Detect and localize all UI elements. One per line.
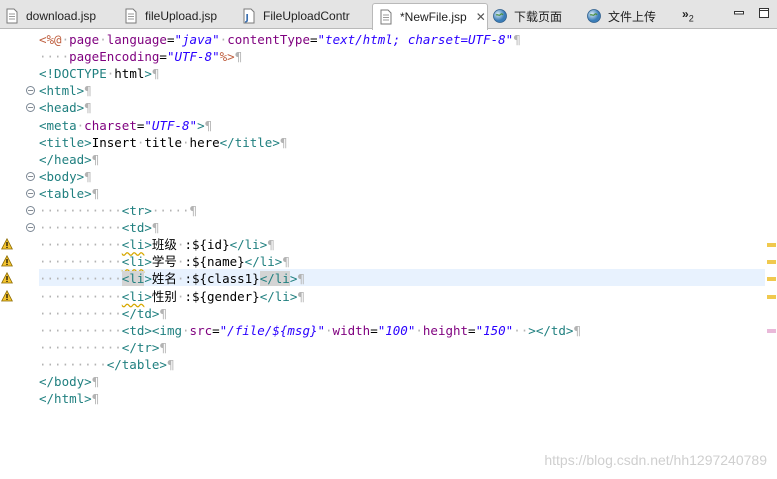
code-line[interactable]: ···········</td>¶ xyxy=(39,305,167,322)
code-line[interactable]: ···········</tr>¶ xyxy=(39,339,167,356)
globe-icon xyxy=(586,8,602,24)
code-line[interactable]: ···········<td>¶ xyxy=(39,219,159,236)
overview-ruler-warning-marker[interactable] xyxy=(767,277,776,282)
tab-label: *NewFile.jsp xyxy=(400,10,467,24)
overview-ruler-warning-marker[interactable] xyxy=(767,260,776,265)
overview-ruler-warning-marker[interactable] xyxy=(767,243,776,248)
tab-download-jsp[interactable]: download.jsp xyxy=(4,3,96,29)
globe-icon xyxy=(492,8,508,24)
code-line[interactable]: ···········<tr>·····¶ xyxy=(39,202,197,219)
code-line[interactable]: <head>¶ xyxy=(39,99,92,116)
code-line[interactable]: <meta·charset="UTF-8">¶ xyxy=(39,117,212,134)
fold-toggle-icon[interactable]: − xyxy=(26,171,35,181)
fold-toggle-icon[interactable]: − xyxy=(26,223,35,233)
overview-ruler-warning-marker[interactable] xyxy=(767,294,776,299)
code-line[interactable]: ···········<td><img·src="/file/${msg}"·w… xyxy=(39,322,581,339)
jsp-file-icon xyxy=(378,9,394,25)
code-line[interactable]: </body>¶ xyxy=(39,373,99,390)
fold-toggle-icon[interactable]: − xyxy=(26,206,35,215)
tab-label: fileUpload.jsp xyxy=(145,9,218,23)
code-line[interactable]: ···········<li>学号·:${name}</li>¶ xyxy=(39,253,290,270)
code-line[interactable]: ···········<li>姓名·:${class1}</li>¶ xyxy=(39,270,305,287)
fold-toggle-icon[interactable]: − xyxy=(26,188,35,198)
tab-file-upload-page[interactable]: 文件上传 xyxy=(586,3,656,29)
editor-tab-bar: download.jsp fileUpload.jsp J FileUpload… xyxy=(0,0,777,30)
code-line[interactable]: <html>¶ xyxy=(39,82,92,99)
code-line[interactable]: </html>¶ xyxy=(39,390,99,407)
tab-overflow-button[interactable]: »2 xyxy=(682,7,694,23)
code-line[interactable]: </head>¶ xyxy=(39,151,99,168)
overflow-chevron-icon: » xyxy=(682,7,689,21)
fold-toggle-icon[interactable]: − xyxy=(26,103,35,113)
tab-fileuploadcontroller-java[interactable]: J FileUploadContr xyxy=(241,3,350,29)
tab-label: 下载页面 xyxy=(514,9,563,24)
warning-icon[interactable] xyxy=(1,255,13,267)
code-line[interactable]: <%@·page·language="java"·contentType="te… xyxy=(39,31,521,48)
minimize-icon[interactable] xyxy=(734,8,744,18)
warning-icon[interactable] xyxy=(1,272,13,284)
code-line[interactable]: ···········<li>性别·:${gender}</li>¶ xyxy=(39,288,305,305)
tab-fileupload-jsp[interactable]: fileUpload.jsp xyxy=(123,3,217,29)
overflow-count: 2 xyxy=(688,13,694,24)
jsp-file-icon xyxy=(4,8,20,24)
code-line[interactable]: <title>Insert·title·here</title>¶ xyxy=(39,134,287,151)
overview-ruler-info-marker[interactable] xyxy=(767,328,776,333)
warning-icon[interactable] xyxy=(1,238,13,250)
code-line[interactable]: ·········</table>¶ xyxy=(39,356,174,373)
tab-label: 文件上传 xyxy=(608,9,657,24)
fold-toggle-icon[interactable]: − xyxy=(26,86,35,96)
tab-label: download.jsp xyxy=(26,9,97,23)
tab-newfile-jsp[interactable]: *NewFile.jsp ✕ xyxy=(372,3,488,30)
code-line[interactable]: <body>¶ xyxy=(39,168,92,185)
tab-label: FileUploadContr xyxy=(263,9,350,23)
close-icon[interactable]: ✕ xyxy=(476,10,486,24)
code-line[interactable]: ···········<li>班级·:${id}</li>¶ xyxy=(39,236,275,253)
watermark: https://blog.csdn.net/hh1297240789 xyxy=(544,452,767,468)
java-file-icon: J xyxy=(241,8,257,24)
jsp-file-icon xyxy=(123,8,139,24)
code-line[interactable]: <table>¶ xyxy=(39,185,99,202)
code-line[interactable]: <!DOCTYPE·html>¶ xyxy=(39,65,159,82)
code-line[interactable]: ····pageEncoding="UTF-8"%>¶ xyxy=(39,48,242,65)
svg-text:J: J xyxy=(245,14,249,24)
warning-icon[interactable] xyxy=(1,289,13,302)
tab-download-page[interactable]: 下载页面 xyxy=(492,3,562,29)
maximize-icon[interactable] xyxy=(759,8,769,18)
